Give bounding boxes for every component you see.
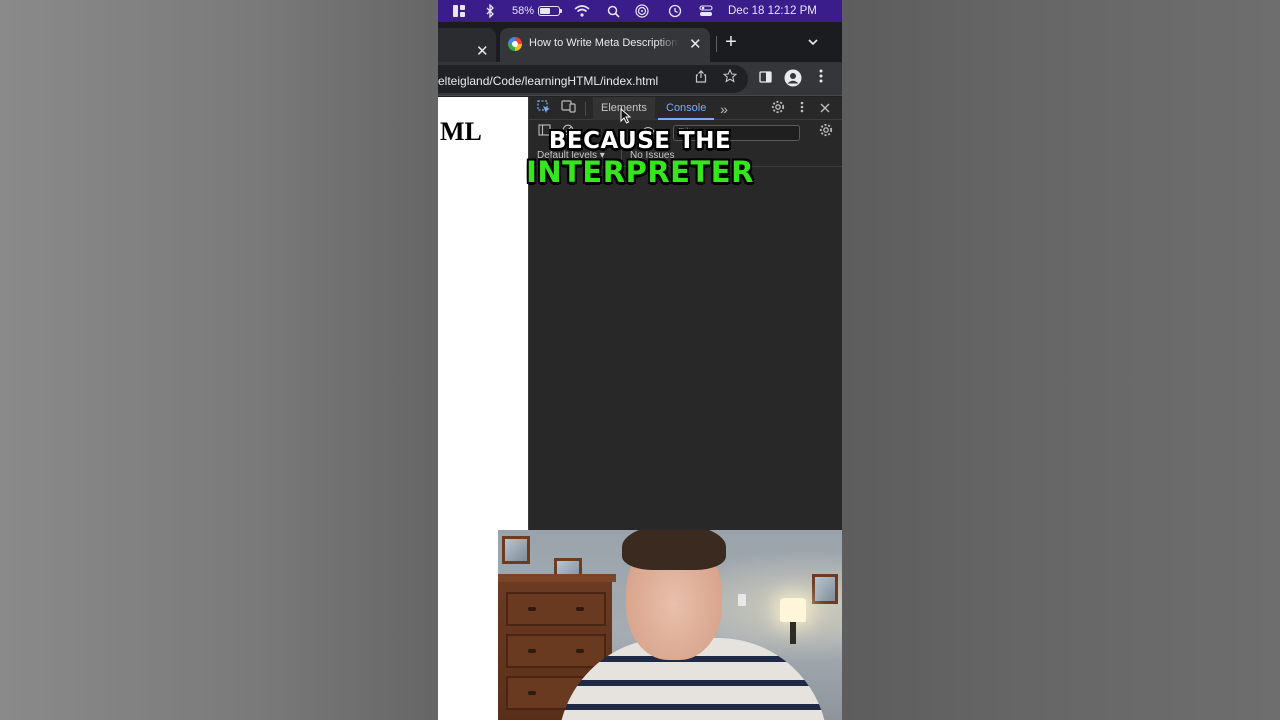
close-tab-icon[interactable]: ✕ — [689, 35, 702, 53]
close-devtools-icon[interactable] — [816, 100, 834, 118]
tab-console[interactable]: Console — [658, 97, 715, 120]
person-hair — [622, 530, 726, 570]
wall-picture-frame — [812, 574, 838, 604]
screen-recording-frame: 58% Dec 18 12:12 PM ✕ How to Write Meta … — [438, 0, 842, 720]
tab-separator — [716, 36, 717, 52]
more-tabs-button[interactable]: » — [715, 100, 733, 118]
wall-outlet — [738, 594, 746, 606]
battery-icon[interactable] — [536, 3, 562, 19]
dresser-drawer — [506, 592, 606, 626]
window-layout-icon[interactable] — [451, 3, 467, 19]
devtools-tab-bar: Elements Console » — [529, 97, 842, 124]
devtools-menu-icon[interactable] — [793, 100, 811, 118]
share-icon[interactable] — [691, 69, 711, 89]
browser-tab-active[interactable]: How to Write Meta Description ✕ — [500, 28, 710, 62]
battery-percent: 58% — [511, 5, 535, 17]
inspect-element-icon[interactable] — [535, 100, 553, 118]
time-machine-icon[interactable] — [667, 3, 683, 19]
browser-toolbar: elteigland/Code/learningHTML/index.html — [438, 62, 842, 96]
browser-tab-previous[interactable]: ✕ — [438, 28, 496, 62]
settings-gear-icon[interactable] — [769, 100, 787, 118]
browser-tab-strip: ✕ How to Write Meta Description ✕ + — [438, 22, 842, 62]
menubar-clock: Dec 18 12:12 PM — [728, 5, 817, 17]
new-tab-button[interactable]: + — [720, 31, 742, 53]
mac-menu-bar: 58% Dec 18 12:12 PM — [438, 0, 842, 22]
spotlight-search-icon[interactable] — [606, 3, 620, 19]
bluetooth-icon[interactable] — [483, 3, 497, 19]
wall-picture-frame — [502, 536, 530, 564]
profile-avatar-icon[interactable] — [783, 69, 803, 89]
wifi-icon[interactable] — [574, 3, 590, 19]
webcam-overlay — [498, 530, 842, 720]
browser-menu-icon[interactable] — [811, 69, 831, 89]
device-toolbar-icon[interactable] — [559, 100, 577, 118]
tab-title: How to Write Meta Description — [529, 37, 678, 49]
address-bar-url[interactable]: elteigland/Code/learningHTML/index.html — [438, 74, 658, 88]
lamp-shade — [780, 598, 806, 622]
airdrop-icon[interactable] — [634, 3, 650, 19]
control-center-icon[interactable] — [698, 3, 714, 19]
dresser-top — [498, 574, 616, 582]
tab-search-button[interactable] — [804, 33, 822, 51]
google-favicon-icon — [508, 37, 522, 51]
chevron-down-icon — [808, 39, 818, 46]
bookmark-star-icon[interactable] — [720, 68, 740, 89]
caption-line-2: INTERPRETER — [526, 155, 754, 189]
devtools-separator — [585, 102, 586, 116]
dresser-drawer — [506, 634, 606, 668]
lamp-base — [790, 622, 796, 644]
side-panel-icon[interactable] — [755, 69, 775, 89]
caption-line-1: BECAUSE THE — [548, 128, 732, 154]
close-tab-icon[interactable]: ✕ — [476, 42, 489, 60]
